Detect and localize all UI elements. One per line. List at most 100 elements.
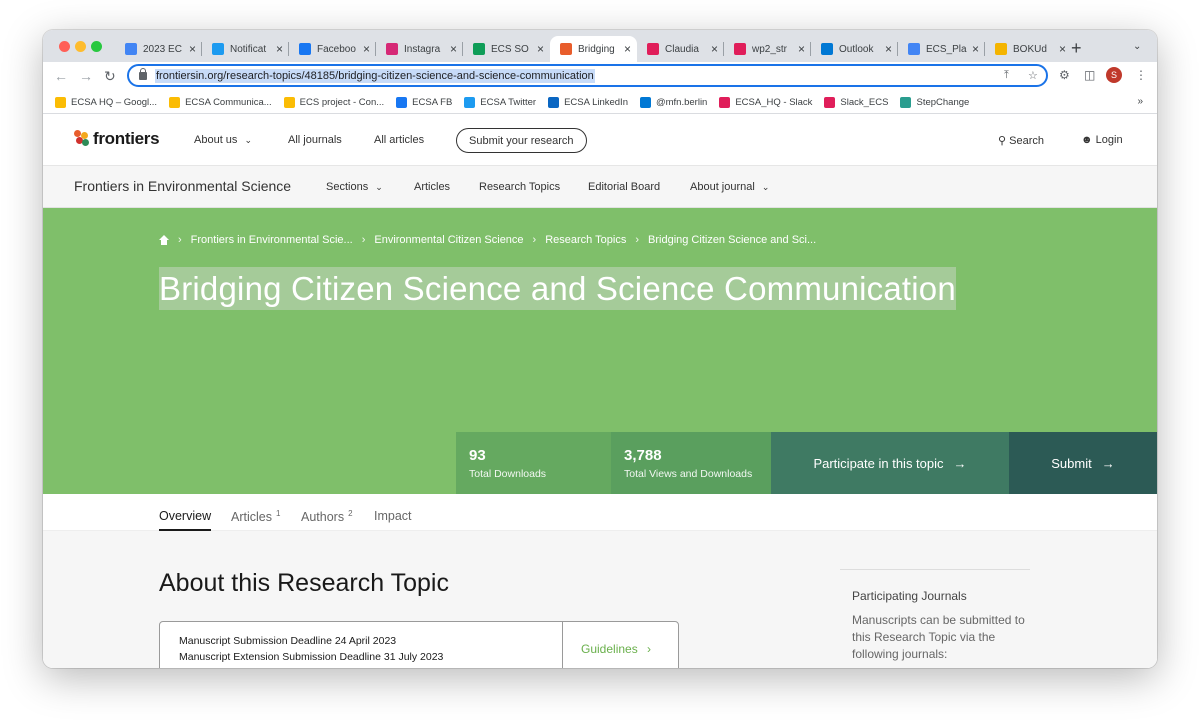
tab-title: BOKUd: [1013, 43, 1047, 55]
close-window-button[interactable]: [59, 41, 70, 52]
tab-overview[interactable]: Overview: [159, 509, 212, 531]
browser-tab[interactable]: wp2_str ×: [724, 36, 811, 62]
slack-icon: [719, 97, 731, 108]
journal-nav-articles[interactable]: Articles: [414, 181, 450, 193]
bookmark-item[interactable]: ECS project - Con...: [283, 97, 384, 108]
browser-tab[interactable]: ECS SO ×: [463, 36, 550, 62]
nav-all-articles[interactable]: All articles: [374, 134, 424, 146]
home-icon[interactable]: [159, 235, 169, 245]
browser-tab[interactable]: Instagra ×: [376, 36, 463, 62]
close-tab-icon[interactable]: ×: [189, 42, 196, 56]
participate-button[interactable]: Participate in this topic →: [771, 432, 1009, 494]
site-header: frontiers About us ⌄ All journals All ar…: [43, 115, 1157, 166]
bookmarks-overflow-icon[interactable]: »: [1137, 96, 1143, 107]
frontiers-logo[interactable]: frontiers: [74, 129, 160, 149]
bookmark-label: ECSA LinkedIn: [564, 97, 628, 108]
submit-button[interactable]: Submit →: [1009, 432, 1157, 494]
browser-tab[interactable]: ECS_Pla ×: [898, 36, 985, 62]
browser-tab[interactable]: Faceboo ×: [289, 36, 376, 62]
tab-articles[interactable]: Articles 1: [231, 509, 280, 524]
close-tab-icon[interactable]: ×: [537, 42, 544, 56]
nav-about-us-label: About us: [194, 134, 238, 146]
nav-about-us[interactable]: About us ⌄: [194, 134, 252, 146]
bookmark-item[interactable]: ECSA Twitter: [464, 97, 536, 108]
chevron-right-icon: ›: [635, 234, 640, 246]
breadcrumb-section[interactable]: Environmental Citizen Science: [374, 234, 523, 246]
journal-nav-research-topics[interactable]: Research Topics: [479, 181, 560, 193]
tab-separator: [723, 42, 724, 56]
bookmark-item[interactable]: ECSA_HQ - Slack: [719, 97, 812, 108]
section-heading: About this Research Topic: [159, 569, 449, 597]
stat-total-downloads: 93 Total Downloads: [456, 432, 611, 494]
arrow-right-icon: →: [1101, 455, 1115, 471]
login-button[interactable]: ☻ Login: [1081, 134, 1123, 146]
search-button[interactable]: ⚲ Search: [998, 134, 1044, 147]
tab-count: 1: [275, 509, 281, 518]
tab-authors[interactable]: Authors 2: [301, 509, 353, 524]
tab-title: Instagra: [404, 43, 441, 55]
tab-label: Articles: [231, 510, 272, 525]
breadcrumb-research-topics[interactable]: Research Topics: [545, 234, 626, 246]
arrow-right-icon: →: [953, 455, 967, 471]
reload-icon[interactable]: ↻: [104, 68, 116, 85]
bookmark-label: Slack_ECS: [840, 97, 889, 108]
submit-research-button[interactable]: Submit your research: [456, 128, 587, 153]
close-tab-icon[interactable]: ×: [711, 42, 718, 56]
sections-label: Sections: [326, 181, 369, 193]
close-tab-icon[interactable]: ×: [624, 42, 631, 56]
journal-nav-sections[interactable]: Sections ⌄: [326, 181, 383, 193]
extensions-puzzle-icon[interactable]: ⚙: [1059, 68, 1070, 82]
forward-arrow-icon[interactable]: →: [79, 68, 93, 84]
close-tab-icon[interactable]: ×: [1059, 42, 1066, 56]
minimize-window-button[interactable]: [75, 41, 86, 52]
chevron-down-icon: ⌄: [244, 135, 253, 145]
side-panel-icon[interactable]: ◫: [1084, 68, 1095, 82]
tab-impact[interactable]: Impact: [374, 509, 412, 523]
bookmark-item[interactable]: ECSA FB: [396, 97, 452, 108]
bookmark-item[interactable]: @mfn.berlin: [639, 97, 707, 108]
tab-title: wp2_str: [752, 43, 788, 55]
bookmark-star-icon[interactable]: ☆: [1028, 69, 1038, 82]
close-tab-icon[interactable]: ×: [276, 42, 283, 56]
back-arrow-icon[interactable]: ←: [54, 68, 68, 84]
bookmark-item[interactable]: ECSA LinkedIn: [548, 97, 628, 108]
browser-tab[interactable]: Bridging ×: [550, 36, 637, 62]
chevron-right-icon: ›: [178, 234, 182, 246]
slack-icon: [734, 43, 746, 55]
breadcrumb-journal[interactable]: Frontiers in Environmental Scie...: [191, 234, 353, 246]
nav-all-journals[interactable]: All journals: [288, 134, 342, 146]
browser-tab[interactable]: BOKUd ×: [985, 36, 1072, 62]
bookmark-item[interactable]: Slack_ECS: [824, 97, 888, 108]
close-tab-icon[interactable]: ×: [363, 42, 370, 56]
journal-nav-about-journal[interactable]: About journal ⌄: [690, 181, 769, 193]
new-tab-button[interactable]: +: [1071, 38, 1082, 59]
close-tab-icon[interactable]: ×: [885, 42, 892, 56]
browser-tab[interactable]: 2023 EC ×: [115, 36, 202, 62]
bookmark-label: ECSA Communica...: [185, 97, 272, 108]
profile-avatar[interactable]: S: [1106, 67, 1122, 83]
browser-tab[interactable]: Outlook ×: [811, 36, 898, 62]
sidebar-text: Manuscripts can be submitted to this Res…: [852, 613, 1025, 661]
close-tab-icon[interactable]: ×: [972, 42, 979, 56]
lock-icon[interactable]: [139, 67, 147, 80]
tab-search-chevron-icon[interactable]: ⌄: [1133, 41, 1141, 52]
maximize-window-button[interactable]: [91, 41, 102, 52]
menu-kebab-icon[interactable]: ⋮: [1135, 68, 1147, 82]
share-icon[interactable]: ⤒: [1004, 69, 1009, 82]
address-bar[interactable]: frontiersin.org/research-topics/48185/br…: [127, 64, 1048, 87]
journal-nav-editorial-board[interactable]: Editorial Board: [588, 181, 660, 193]
tab-separator: [288, 42, 289, 56]
about-journal-label: About journal: [690, 181, 755, 193]
guidelines-link[interactable]: Guidelines ›: [581, 642, 651, 656]
bookmark-item[interactable]: ECSA HQ – Googl...: [55, 97, 157, 108]
bookmark-item[interactable]: StepChange: [900, 97, 969, 108]
browser-tab[interactable]: Claudia ×: [637, 36, 724, 62]
browser-tab[interactable]: Notificat ×: [202, 36, 289, 62]
close-tab-icon[interactable]: ×: [798, 42, 805, 56]
bookmark-item[interactable]: ECSA Communica...: [169, 97, 272, 108]
tab-label: Impact: [374, 509, 412, 523]
journal-title[interactable]: Frontiers in Environmental Science: [74, 178, 291, 194]
close-tab-icon[interactable]: ×: [450, 42, 457, 56]
url-text[interactable]: frontiersin.org/research-topics/48185/br…: [155, 68, 595, 83]
chevron-down-icon: ⌄: [761, 182, 770, 192]
